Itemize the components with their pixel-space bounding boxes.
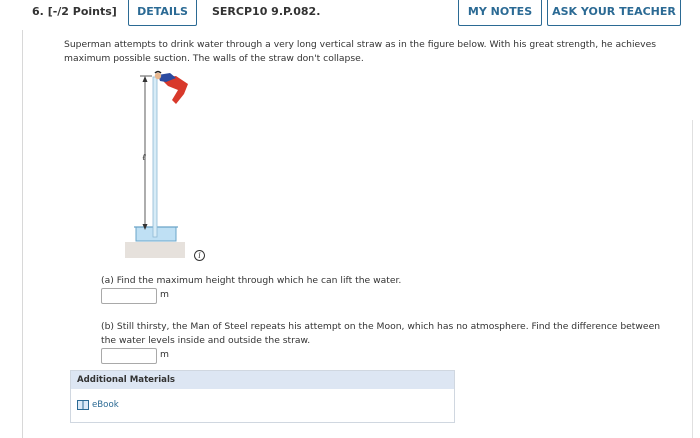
details-button[interactable]: DETAILS	[128, 0, 197, 26]
ask-teacher-button[interactable]: ASK YOUR TEACHER	[547, 0, 681, 26]
problem-code: SERCP10 9.P.082.	[212, 5, 321, 18]
part-b-text: (b) Still thirsty, the Man of Steel repe…	[101, 321, 661, 346]
additional-materials: Additional Materials eBook	[70, 370, 455, 423]
question-header: 6. [-/2 Points] DETAILS SERCP10 9.P.082.…	[0, 0, 700, 26]
book-icon	[77, 400, 89, 410]
info-icon[interactable]: i	[194, 250, 205, 261]
ebook-link[interactable]: eBook	[77, 399, 119, 411]
straw	[152, 76, 158, 238]
superman-figure	[154, 70, 188, 104]
my-notes-button[interactable]: MY NOTES	[458, 0, 542, 26]
ground	[125, 242, 185, 258]
part-a-answer-input[interactable]	[101, 288, 157, 304]
points-label: [-/2 Points]	[47, 5, 117, 18]
ebook-label[interactable]: eBook	[92, 400, 119, 410]
additional-materials-title: Additional Materials	[71, 371, 454, 389]
part-a-text: (a) Find the maximum height through whic…	[101, 275, 402, 286]
part-b-answer-input[interactable]	[101, 348, 157, 364]
question-prompt: Superman attempts to drink water through…	[64, 39, 657, 64]
part-b-unit: m	[160, 349, 169, 360]
part-a-unit: m	[160, 289, 169, 300]
question-number: 6. [-/2 Points]	[32, 5, 117, 18]
height-label: ℓ	[142, 153, 146, 163]
straw-figure: ℓ	[125, 70, 188, 258]
divider	[692, 120, 693, 438]
